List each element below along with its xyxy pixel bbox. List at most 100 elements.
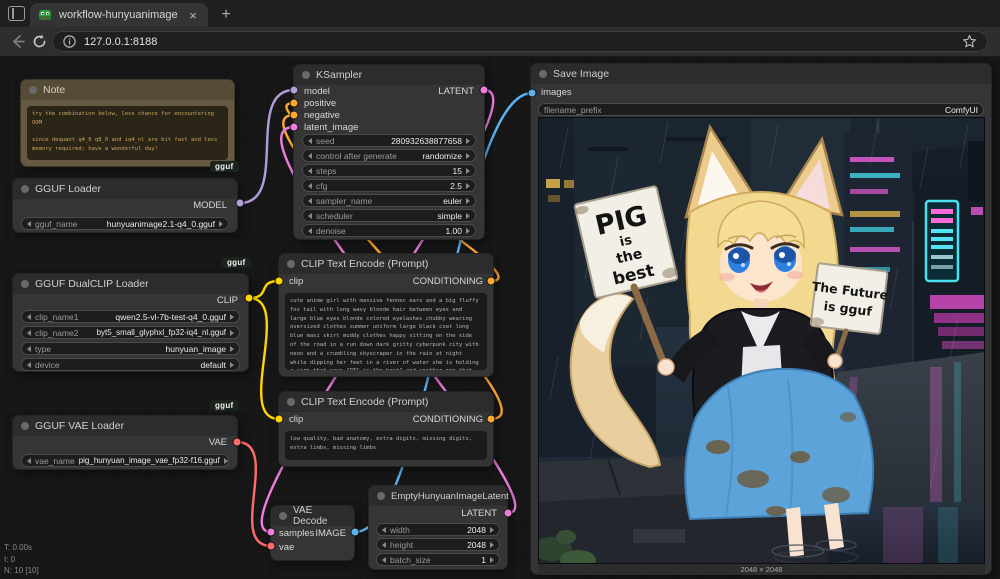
note-text[interactable]: try the combination below, less chance f… bbox=[27, 106, 228, 160]
node-dualclip-loader[interactable]: GGUF DualCLIP Loader CLIP clip_name1 qwe… bbox=[12, 273, 249, 372]
node-clip-encode-negative[interactable]: CLIP Text Encode (Prompt) clip CONDITION… bbox=[278, 391, 494, 467]
widget-control-after-generate[interactable]: control after generate randomize bbox=[302, 149, 476, 162]
widget-gguf-name[interactable]: gguf_name hunyuanimage2.1-q4_0.gguf bbox=[21, 217, 229, 230]
widget-seed[interactable]: seed 280932638877658 bbox=[302, 134, 476, 147]
widget-steps[interactable]: steps 15 bbox=[302, 164, 476, 177]
info-icon[interactable] bbox=[63, 35, 76, 48]
gguf-badge: gguf bbox=[222, 257, 251, 268]
decrement-icon[interactable] bbox=[382, 542, 386, 548]
increment-icon[interactable] bbox=[230, 330, 234, 336]
node-title: KSampler bbox=[316, 69, 362, 81]
node-title: Save Image bbox=[553, 68, 609, 80]
preview-image[interactable]: PIG is the best The Future is gguf bbox=[538, 117, 985, 564]
widget-sampler-name[interactable]: sampler_name euler bbox=[302, 194, 476, 207]
node-gguf-loader[interactable]: GGUF Loader MODEL gguf_name hunyuanimage… bbox=[12, 178, 238, 233]
node-save-image[interactable]: Save Image images filename_prefix ComfyU… bbox=[530, 63, 992, 575]
node-vae-decode[interactable]: VAE Decode samples IMAGE vae bbox=[270, 505, 355, 561]
collapse-dot[interactable] bbox=[21, 280, 29, 288]
node-empty-latent[interactable]: EmptyHunyuanImageLatent LATENT width 204… bbox=[368, 485, 508, 570]
output-latent: LATENT bbox=[438, 86, 474, 97]
node-title: GGUF VAE Loader bbox=[35, 420, 124, 432]
back-icon[interactable] bbox=[9, 33, 26, 50]
collapse-dot[interactable] bbox=[302, 71, 310, 79]
collapse-dot[interactable] bbox=[539, 70, 547, 78]
close-icon[interactable] bbox=[186, 9, 200, 22]
decrement-icon[interactable] bbox=[382, 557, 386, 563]
collapse-dot[interactable] bbox=[287, 398, 295, 406]
increment-icon[interactable] bbox=[466, 198, 470, 204]
decrement-icon[interactable] bbox=[308, 198, 312, 204]
increment-icon[interactable] bbox=[466, 168, 470, 174]
decrement-icon[interactable] bbox=[308, 138, 312, 144]
input-vae: vae bbox=[279, 542, 294, 553]
status-node-count: N: 10 [10] bbox=[4, 565, 39, 577]
node-clip-encode-positive[interactable]: CLIP Text Encode (Prompt) clip CONDITION… bbox=[278, 253, 494, 377]
decrement-icon[interactable] bbox=[308, 228, 312, 234]
decrement-icon[interactable] bbox=[308, 168, 312, 174]
decrement-icon[interactable] bbox=[308, 153, 312, 159]
increment-icon[interactable] bbox=[490, 527, 494, 533]
output-conditioning: CONDITIONING bbox=[413, 414, 483, 425]
new-tab-icon[interactable] bbox=[216, 5, 236, 25]
widget-type[interactable]: type hunyuan_image bbox=[21, 342, 240, 355]
decrement-icon[interactable] bbox=[27, 221, 31, 227]
increment-icon[interactable] bbox=[466, 138, 470, 144]
widget-device[interactable]: device default bbox=[21, 358, 240, 371]
refresh-icon[interactable] bbox=[31, 33, 48, 50]
collapse-dot[interactable] bbox=[21, 422, 29, 430]
decrement-icon[interactable] bbox=[27, 314, 31, 320]
gguf-badge: gguf bbox=[210, 400, 239, 411]
increment-icon[interactable] bbox=[490, 557, 494, 563]
output-image: IMAGE bbox=[315, 528, 346, 539]
collapse-dot[interactable] bbox=[377, 492, 385, 500]
decrement-icon[interactable] bbox=[27, 346, 31, 352]
increment-icon[interactable] bbox=[219, 221, 223, 227]
widget-width[interactable]: width 2048 bbox=[376, 523, 500, 536]
node-ksampler[interactable]: KSampler model LATENT positive negative … bbox=[293, 64, 485, 240]
increment-icon[interactable] bbox=[224, 458, 228, 464]
decrement-icon[interactable] bbox=[308, 183, 312, 189]
increment-icon[interactable] bbox=[466, 153, 470, 159]
widget-filename-prefix[interactable]: filename_prefix ComfyUI bbox=[538, 103, 984, 116]
graph-canvas[interactable]: Note try the combination below, less cha… bbox=[0, 56, 1000, 579]
widget-clip-name2[interactable]: clip_name2 byt5_small_glyphxl_fp32-iq4_n… bbox=[21, 326, 240, 339]
collapse-dot[interactable] bbox=[279, 512, 287, 520]
widget-clip-name1[interactable]: clip_name1 qwen2.5-vl-7b-test-q4_0.gguf bbox=[21, 310, 240, 323]
decrement-icon[interactable] bbox=[308, 213, 312, 219]
positive-prompt-text[interactable]: cute anime girl with massive fennec ears… bbox=[285, 293, 487, 370]
negative-prompt-text[interactable]: low quality, bad anatomy, extra digits, … bbox=[285, 431, 487, 460]
increment-icon[interactable] bbox=[466, 213, 470, 219]
widget-cfg[interactable]: cfg 2.5 bbox=[302, 179, 476, 192]
increment-icon[interactable] bbox=[230, 314, 234, 320]
widget-denoise[interactable]: denoise 1.00 bbox=[302, 224, 476, 237]
widget-height[interactable]: height 2048 bbox=[376, 538, 500, 551]
browser-toolbar: 127.0.0.1:8188 bbox=[0, 27, 1000, 56]
decrement-icon[interactable] bbox=[27, 330, 31, 336]
increment-icon[interactable] bbox=[490, 542, 494, 548]
increment-icon[interactable] bbox=[230, 346, 234, 352]
collapse-dot[interactable] bbox=[21, 185, 29, 193]
link-clip-negative[interactable] bbox=[249, 298, 279, 419]
decrement-icon[interactable] bbox=[27, 458, 31, 464]
node-title: GGUF Loader bbox=[35, 183, 101, 195]
star-icon[interactable] bbox=[962, 34, 977, 49]
collapse-dot[interactable] bbox=[29, 86, 37, 94]
node-note[interactable]: Note try the combination below, less cha… bbox=[20, 79, 235, 167]
sidebar-icon[interactable] bbox=[8, 6, 25, 21]
status-time: T: 0.00s bbox=[4, 542, 39, 554]
widget-scheduler[interactable]: scheduler simple bbox=[302, 209, 476, 222]
increment-icon[interactable] bbox=[230, 362, 234, 368]
widget-batch-size[interactable]: batch_size 1 bbox=[376, 553, 500, 566]
decrement-icon[interactable] bbox=[27, 362, 31, 368]
increment-icon[interactable] bbox=[466, 228, 470, 234]
node-title: GGUF DualCLIP Loader bbox=[35, 278, 149, 290]
collapse-dot[interactable] bbox=[287, 260, 295, 268]
url-bar[interactable]: 127.0.0.1:8188 bbox=[52, 31, 988, 52]
browser-tab[interactable]: workflow-hunyuanimage bbox=[30, 3, 208, 27]
link-clip-positive[interactable] bbox=[249, 281, 279, 298]
node-vae-loader[interactable]: GGUF VAE Loader VAE vae_name pig_hunyuan… bbox=[12, 415, 238, 470]
increment-icon[interactable] bbox=[466, 183, 470, 189]
node-title: VAE Decode bbox=[293, 505, 346, 527]
widget-vae-name[interactable]: vae_name pig_hunyuan_image_vae_fp32-f16.… bbox=[21, 454, 229, 467]
decrement-icon[interactable] bbox=[382, 527, 386, 533]
